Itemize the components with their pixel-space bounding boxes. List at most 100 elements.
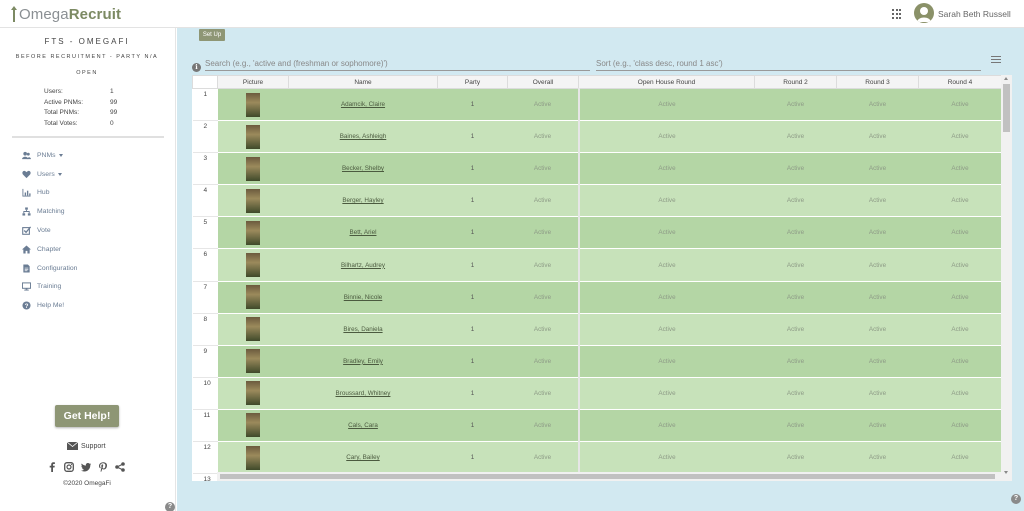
pnm-name-link[interactable]: Cary, Bailey [346,454,379,461]
sidebar-item-pnms[interactable]: PNMs [22,146,77,165]
table-row[interactable]: 9 Bradley, Emily 1 Active Active Active Active… [192,345,1002,378]
hamburger-menu-icon[interactable] [991,56,1001,64]
row-number: 8 [192,313,218,346]
table-row[interactable]: 8 Bires, Daniela 1 Active Active Active Active… [192,313,1002,346]
table-row[interactable]: 6 Bilhartz, Audrey 1 Active Active Active Acti… [192,248,1002,282]
get-help-button[interactable]: Get Help! [55,405,119,427]
pnm-photo[interactable] [246,156,260,181]
table-row[interactable]: 2 Baines, Ashleigh 1 Active Active Active Acti… [192,120,1002,154]
pnm-picture-cell[interactable] [217,88,289,122]
envelope-icon [67,442,78,450]
search-input[interactable] [205,57,590,71]
sidebar-item-users[interactable]: Users [22,165,77,184]
column-header-open-house-round[interactable]: Open House Round [578,75,755,89]
table-row[interactable]: 10 Broussard, Whitney 1 Active Active Active A… [192,377,1002,410]
support-link[interactable]: Support [67,442,106,450]
pnm-picture-cell[interactable] [217,152,289,186]
pnm-picture-cell[interactable] [217,120,289,154]
pnm-photo[interactable] [246,381,260,406]
pnm-photo[interactable] [246,220,260,245]
pnm-picture-cell[interactable] [217,184,289,218]
pnm-name-link[interactable]: Broussard, Whitney [336,390,391,397]
sidebar-item-training[interactable]: Training [22,278,77,297]
column-header-round-2[interactable]: Round 2 [754,75,837,89]
pnm-picture-cell[interactable] [217,313,289,346]
pnm-name-cell: Bilhartz, Audrey [288,248,438,282]
pnm-name-link[interactable]: Bilhartz, Audrey [341,262,385,269]
pnm-name-link[interactable]: Binnie, Nicole [344,294,383,301]
column-header-party[interactable]: Party [437,75,508,89]
pnm-picture-cell[interactable] [217,248,289,282]
open-house-status-cell: Active [577,88,755,122]
sidebar-item-help[interactable]: ? Help Me! [22,296,77,315]
pnm-photo[interactable] [246,124,260,149]
pnm-name-link[interactable]: Baines, Ashleigh [340,133,387,140]
vertical-scrollbar[interactable] [1001,75,1012,481]
sort-input[interactable] [596,57,981,71]
pnm-picture-cell[interactable] [217,281,289,314]
twitter-icon[interactable] [81,462,91,472]
scrollbar-thumb[interactable] [1003,84,1010,132]
table-row[interactable]: 7 Binnie, Nicole 1 Active Active Active Active… [192,281,1002,314]
scroll-up-arrow-icon[interactable] [1004,77,1008,80]
pnm-photo[interactable] [246,349,260,374]
instagram-icon[interactable] [64,462,74,472]
document-icon [23,264,30,273]
sidebar-item-vote[interactable]: Vote [22,221,77,240]
help-icon[interactable]: ? [165,502,175,511]
pnm-name-link[interactable]: Cals, Cara [348,422,378,429]
pinterest-icon[interactable] [98,462,108,472]
stat-total-votes: Total Votes: 0 [44,119,114,127]
facebook-icon[interactable] [47,462,57,472]
pnm-name-link[interactable]: Bradley, Emily [343,358,383,365]
setup-button[interactable]: Set Up [199,29,225,41]
round-3-status-cell: Active [836,88,919,122]
pnm-picture-cell[interactable] [217,441,289,475]
share-icon[interactable] [115,462,125,472]
pnm-name-link[interactable]: Bires, Daniela [343,326,382,333]
pnm-photo[interactable] [246,317,260,342]
sidebar-item-chapter[interactable]: Chapter [22,240,77,259]
round-2-status-cell: Active [754,281,837,314]
pnm-name-link[interactable]: Adamcik, Claire [341,101,385,108]
sidebar-item-matching[interactable]: Matching [22,202,77,221]
pnm-picture-cell[interactable] [217,377,289,410]
horizontal-scrollbar[interactable] [217,472,1001,481]
column-header-picture[interactable]: Picture [217,75,289,89]
pnm-photo[interactable] [246,188,260,213]
pnm-picture-cell[interactable] [217,409,289,443]
apps-grid-icon[interactable] [892,9,902,19]
user-name[interactable]: Sarah Beth Russell [938,9,1011,19]
column-header-name[interactable]: Name [288,75,438,89]
avatar[interactable] [914,3,934,23]
pnm-photo[interactable] [246,413,260,438]
scroll-down-arrow-icon[interactable] [1004,471,1008,474]
pnm-picture-cell[interactable] [217,345,289,378]
pnm-picture-cell[interactable] [217,216,289,250]
table-row[interactable]: 11 Cals, Cara 1 Active Active Active Active Act… [192,409,1002,443]
horizontal-scrollbar-thumb[interactable] [220,474,995,479]
pnm-name-link[interactable]: Bett, Ariel [350,229,377,236]
sidebar-item-configuration[interactable]: Configuration [22,259,77,278]
omegarecruit-logo[interactable]: OmegaRecruit [10,5,121,23]
info-icon[interactable]: i [192,63,201,72]
help-icon[interactable]: ? [1011,494,1021,504]
pnm-name-link[interactable]: Becker, Shelby [342,165,384,172]
pnm-photo[interactable] [246,92,260,117]
pnm-photo[interactable] [246,445,260,470]
table-row[interactable]: 3 Becker, Shelby 1 Active Active Active Active… [192,152,1002,186]
table-row[interactable]: 12 Cary, Bailey 1 Active Active Active Active A… [192,441,1002,475]
table-row[interactable]: 1 Adamcik, Claire 1 Active Active Active Activ… [192,88,1002,122]
table-row[interactable]: 4 Berger, Hayley 1 Active Active Active Active… [192,184,1002,218]
table-row[interactable]: 5 Bett, Ariel 1 Active Active Active Active Act… [192,216,1002,250]
open-house-status-cell: Active [577,441,755,475]
column-header-round-4[interactable]: Round 4 [918,75,1002,89]
pnm-name-link[interactable]: Berger, Hayley [342,197,383,204]
sidebar-item-hub[interactable]: Hub [22,184,77,203]
svg-text:?: ? [25,303,29,310]
row-number: 5 [192,216,218,250]
pnm-photo[interactable] [246,253,260,278]
column-header-overall[interactable]: Overall [507,75,579,89]
pnm-photo[interactable] [246,285,260,310]
column-header-round-3[interactable]: Round 3 [836,75,919,89]
